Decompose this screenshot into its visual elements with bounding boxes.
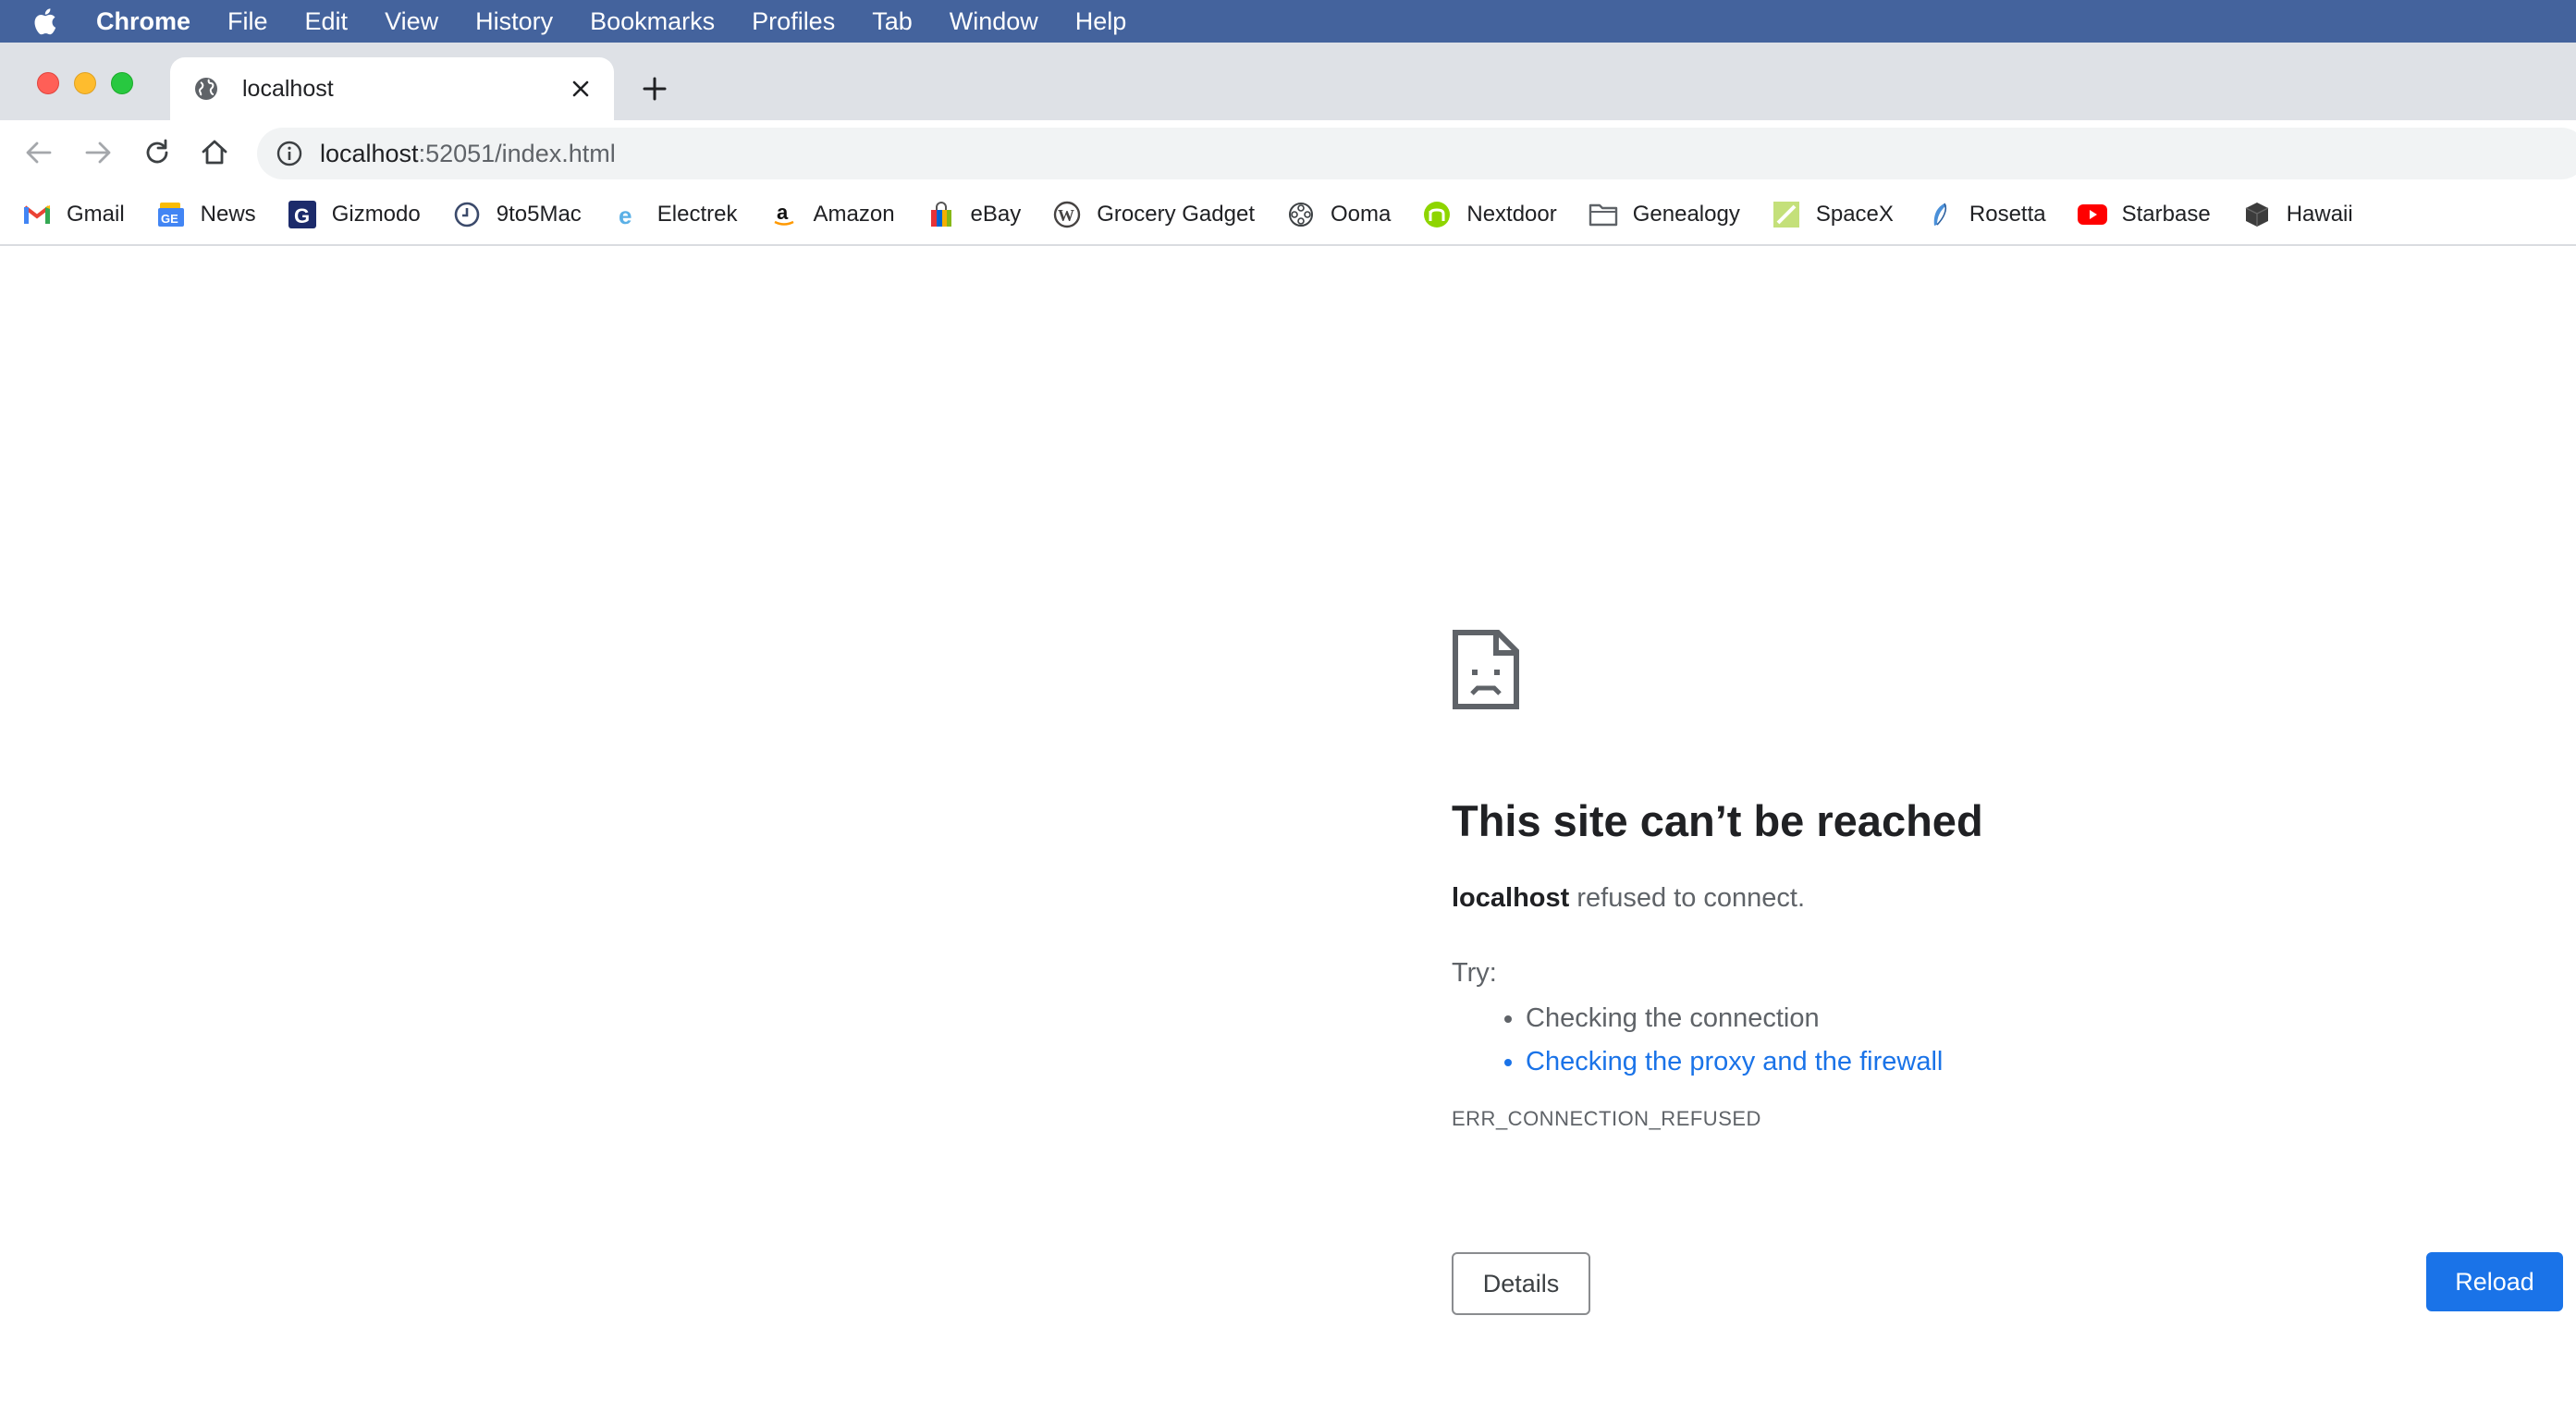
forward-arrow-icon[interactable] [81, 136, 115, 169]
error-heading: This site can’t be reached [1452, 796, 1983, 845]
bookmark-label: SpaceX [1815, 202, 1894, 227]
shopping-bag-icon [926, 200, 956, 229]
macos-menu-bar: Chrome File Edit View History Bookmarks … [0, 0, 2576, 43]
suggestions-list: Checking the connection Checking the pro… [1452, 1003, 2576, 1077]
bookmark-label: Nextdoor [1466, 202, 1557, 227]
bookmark-electrek[interactable]: e Electrek [613, 200, 738, 229]
svg-text:a: a [777, 201, 789, 224]
bookmark-hawaii[interactable]: Hawaii [2242, 200, 2353, 229]
bookmark-label: News [200, 202, 256, 227]
gizmodo-icon: G [288, 200, 317, 229]
menu-tab[interactable]: Tab [872, 7, 913, 36]
bookmark-amazon[interactable]: a Amazon [769, 200, 895, 229]
menu-file[interactable]: File [227, 7, 268, 36]
menu-history[interactable]: History [475, 7, 553, 36]
bookmark-starbase[interactable]: Starbase [2077, 200, 2211, 229]
google-news-icon: GE [156, 200, 186, 229]
window-zoom-button[interactable] [111, 72, 133, 94]
nextdoor-icon [1422, 200, 1452, 229]
bookmark-label: Ooma [1331, 202, 1392, 227]
svg-text:GE: GE [161, 212, 178, 226]
menu-profiles[interactable]: Profiles [752, 7, 835, 36]
svg-text:e: e [619, 202, 632, 228]
sad-document-icon [1452, 629, 1520, 710]
reload-button[interactable]: Reload [2426, 1252, 2563, 1311]
bookmark-label: Gizmodo [331, 202, 421, 227]
url-path: :52051/index.html [418, 139, 616, 167]
bookmark-gizmodo[interactable]: G Gizmodo [288, 200, 421, 229]
bookmark-grocery-gadget[interactable]: W Grocery Gadget [1052, 200, 1255, 229]
new-tab-plus-icon[interactable] [636, 70, 673, 107]
svg-text:W: W [1058, 206, 1074, 225]
bookmark-label: Starbase [2121, 202, 2211, 227]
bookmark-label: Rosetta [1969, 202, 2046, 227]
address-bar[interactable]: localhost:52051/index.html [257, 128, 2576, 179]
home-icon[interactable] [198, 136, 231, 169]
bookmark-label: Electrek [656, 202, 738, 227]
tab-close-icon[interactable] [564, 72, 597, 105]
feather-icon [1925, 200, 1955, 229]
url-host: localhost [320, 139, 419, 167]
tab-strip: localhost [0, 43, 2576, 120]
window-close-button[interactable] [37, 72, 59, 94]
bookmark-label: eBay [970, 202, 1022, 227]
electrek-icon: e [613, 200, 643, 229]
bookmark-label: 9to5Mac [496, 202, 582, 227]
menu-window[interactable]: Window [950, 7, 1038, 36]
back-arrow-icon[interactable] [22, 136, 55, 169]
bookmark-label: Gmail [67, 202, 125, 227]
error-code: ERR_CONNECTION_REFUSED [1452, 1107, 1761, 1130]
bookmark-spacex[interactable]: SpaceX [1772, 200, 1894, 229]
bookmark-rosetta[interactable]: Rosetta [1925, 200, 2046, 229]
suggestion-check-connection: Checking the connection [1526, 1003, 2576, 1034]
apple-logo-icon[interactable] [31, 0, 78, 43]
window-minimize-button[interactable] [74, 72, 96, 94]
bookmark-label: Hawaii [2286, 202, 2353, 227]
browser-toolbar: localhost:52051/index.html [0, 120, 2576, 185]
menu-view[interactable]: View [385, 7, 438, 36]
bookmark-genealogy[interactable]: Genealogy [1589, 200, 1740, 229]
try-label: Try: [1452, 958, 1497, 988]
info-icon[interactable] [276, 140, 303, 167]
tab-title: localhost [242, 75, 334, 102]
bookmark-nextdoor[interactable]: Nextdoor [1422, 200, 1557, 229]
folder-icon [1589, 200, 1618, 229]
details-button[interactable]: Details [1452, 1252, 1590, 1315]
bookmark-label: Amazon [813, 202, 895, 227]
wordpress-icon: W [1052, 200, 1082, 229]
globe-icon [192, 75, 220, 103]
svg-text:G: G [294, 204, 310, 228]
error-summary-text: refused to connect. [1569, 883, 1806, 913]
menu-edit[interactable]: Edit [305, 7, 349, 36]
clock-icon [452, 200, 482, 229]
ooma-icon [1286, 200, 1316, 229]
suggestion-check-proxy-link[interactable]: Checking the proxy and the firewall [1526, 1047, 2576, 1077]
bookmark-label: Grocery Gadget [1097, 202, 1255, 227]
error-content: This site can’t be reached localhost ref… [1452, 629, 2576, 1131]
reload-icon[interactable] [141, 136, 174, 169]
spacex-icon [1772, 200, 1801, 229]
gmail-icon [22, 200, 52, 229]
bookmark-label: Genealogy [1632, 202, 1740, 227]
cube-icon [2242, 200, 2272, 229]
amazon-icon: a [769, 200, 799, 229]
menu-bookmarks[interactable]: Bookmarks [590, 7, 715, 36]
menu-help[interactable]: Help [1075, 7, 1127, 36]
bookmark-ebay[interactable]: eBay [926, 200, 1022, 229]
bookmark-ooma[interactable]: Ooma [1286, 200, 1391, 229]
menu-app-name[interactable]: Chrome [96, 7, 190, 36]
youtube-icon [2077, 200, 2107, 229]
bookmark-9to5mac[interactable]: 9to5Mac [452, 200, 582, 229]
error-summary: localhost refused to connect. [1452, 883, 2576, 914]
bookmark-news[interactable]: GE News [156, 200, 256, 229]
bookmarks-bar: Gmail GE News G Gizmodo 9to5Mac e Electr… [0, 185, 2576, 246]
bookmark-gmail[interactable]: Gmail [22, 200, 125, 229]
tab-localhost[interactable]: localhost [170, 57, 614, 120]
error-host: localhost [1452, 883, 1570, 913]
url-text: localhost:52051/index.html [320, 140, 616, 168]
